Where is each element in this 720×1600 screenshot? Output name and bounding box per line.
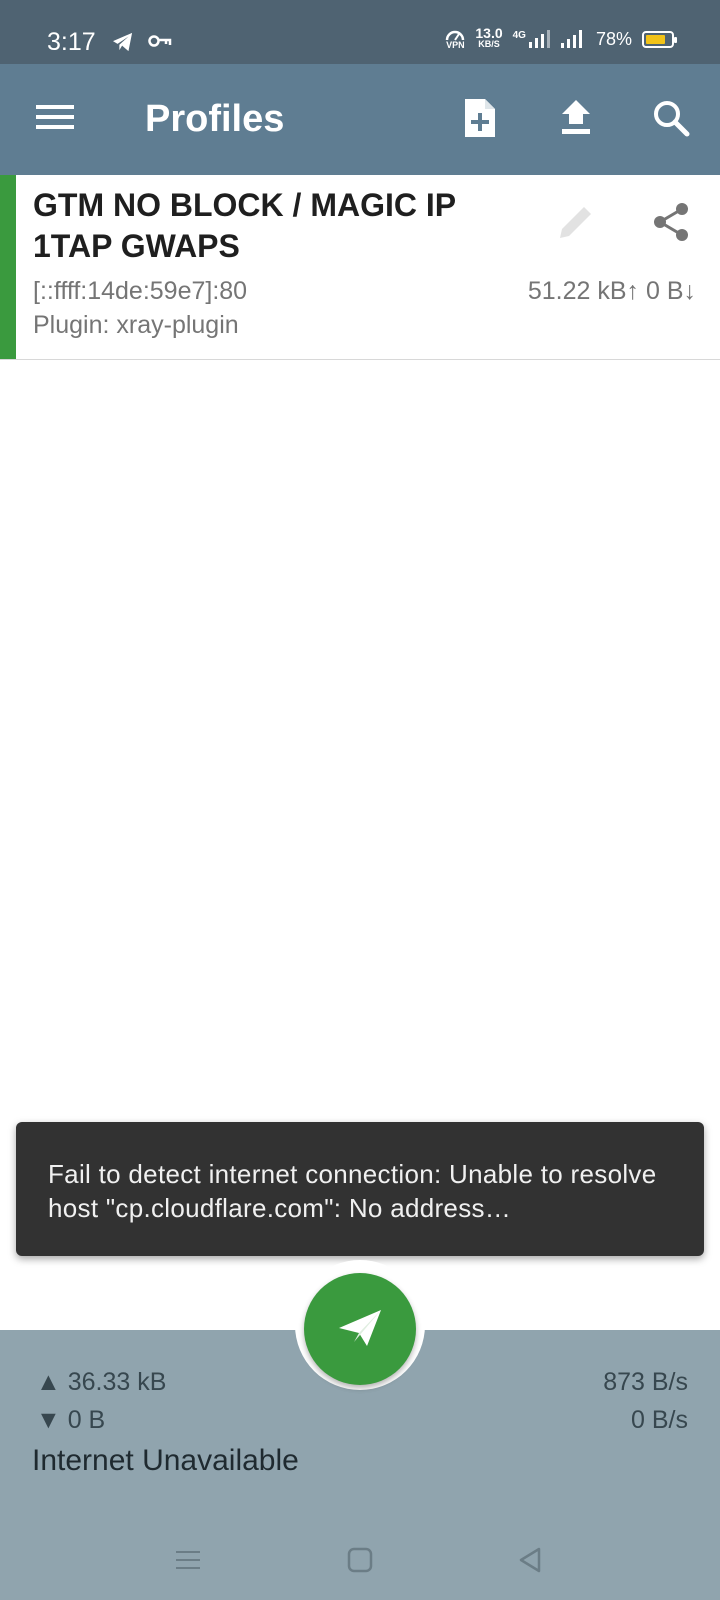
upload-total: ▲ 36.33 kB [36, 1368, 167, 1396]
profile-host: [::ffff:14de:59e7]:80 [33, 277, 248, 305]
net-speed-unit: KB/S [478, 39, 500, 49]
net-speed: 13.0 KB/S [475, 25, 503, 50]
edit-profile-button[interactable] [553, 199, 599, 245]
share-icon [654, 203, 688, 241]
home-icon [347, 1547, 373, 1573]
paper-plane-icon [339, 1310, 381, 1346]
signal-icon [560, 30, 582, 48]
back-icon [519, 1547, 541, 1573]
download-total: ▼ 0 B [36, 1406, 106, 1434]
vpn-indicator: VPN [445, 29, 465, 50]
search-button[interactable] [649, 96, 693, 140]
network-type-label: 4G [512, 30, 526, 41]
error-toast: Fail to detect internet connection: Unab… [16, 1122, 704, 1256]
status-time: 3:17 [47, 28, 96, 56]
connect-button[interactable] [304, 1273, 416, 1385]
profile-name: GTM NO BLOCK / MAGIC IP 1TAP GWAPS [33, 187, 456, 264]
profile-traffic: 51.22 kB↑ 0 B↓ [527, 277, 696, 305]
vpn-label: VPN [446, 39, 465, 50]
menu-button[interactable] [36, 102, 74, 132]
add-profile-button[interactable] [458, 96, 502, 140]
status-notification-icons [112, 32, 172, 52]
search-icon [654, 101, 690, 137]
recents-icon [176, 1551, 200, 1569]
upload-icon [562, 100, 590, 134]
add-file-icon [465, 99, 495, 137]
system-nav-bar [0, 1520, 720, 1600]
home-button[interactable] [340, 1540, 380, 1580]
app-bar: Profiles [0, 64, 720, 175]
battery-percent: 78% [595, 28, 632, 49]
signal-4g-icon [528, 30, 550, 48]
back-button[interactable] [510, 1540, 550, 1580]
network-type: 4G [513, 30, 550, 48]
battery-fill [646, 34, 665, 44]
active-profile-indicator [0, 175, 16, 359]
vpn-key-icon [148, 35, 172, 47]
net-speed-value: 13.0 [475, 25, 503, 41]
battery-icon [642, 30, 677, 48]
status-system-icons: VPN 13.0 KB/S 4G 78% [445, 25, 677, 50]
recents-button[interactable] [168, 1540, 208, 1580]
profile-card[interactable]: GTM NO BLOCK / MAGIC IP 1TAP GWAPS [::ff… [0, 175, 720, 360]
speed-gauge-icon [446, 30, 465, 41]
upload-rate: 873 B/s [603, 1368, 688, 1396]
connection-status[interactable]: Internet Unavailable [32, 1444, 299, 1478]
profile-plugin: Plugin: xray-plugin [33, 311, 239, 339]
menu-icon [36, 105, 74, 129]
telegram-icon [113, 32, 133, 52]
import-button[interactable] [554, 96, 598, 140]
download-rate: 0 B/s [631, 1406, 688, 1434]
page-title: Profiles [145, 98, 285, 140]
edit-pencil-icon [560, 207, 591, 238]
share-profile-button[interactable] [648, 199, 694, 245]
status-bar: 3:17 VPN 13.0 KB/S 4G 78% [0, 0, 720, 64]
